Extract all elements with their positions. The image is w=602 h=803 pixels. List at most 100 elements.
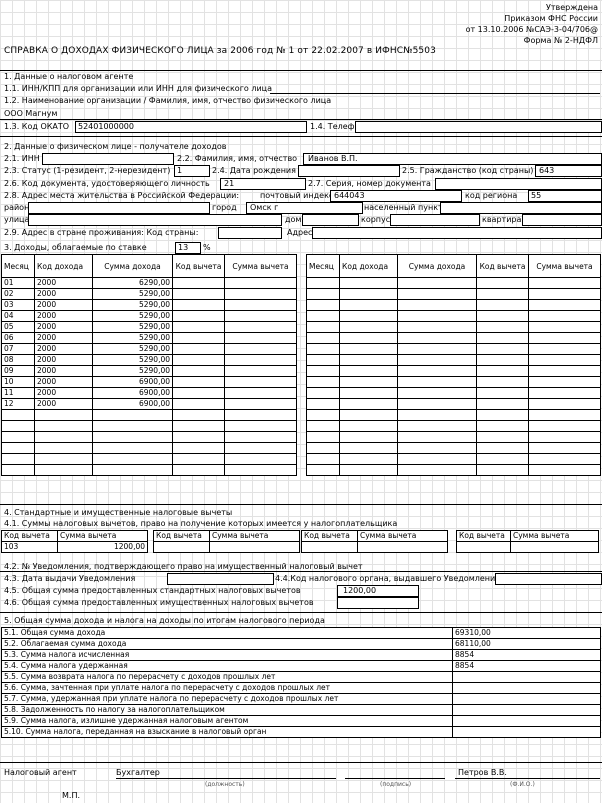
month-cell[interactable] [306,332,340,344]
ded1-sum-value[interactable]: 1200,00 [57,541,148,553]
deduction-code-cell[interactable] [172,299,225,311]
month-cell[interactable] [306,310,340,322]
income-sum-cell[interactable] [397,398,477,410]
income-sum-cell[interactable] [92,409,173,421]
org-name[interactable]: ООО Магнум [4,109,57,119]
deduction-code-cell[interactable] [172,354,225,366]
income-sum-cell[interactable]: 5290,00 [92,310,173,322]
deduction-sum-cell[interactable] [224,288,297,300]
income-sum-cell[interactable]: 6900,00 [92,376,173,388]
month-cell[interactable] [1,420,35,432]
income-code-cell[interactable] [34,420,93,432]
deduction-code-cell[interactable] [172,431,225,443]
income-sum-cell[interactable] [92,442,173,454]
ded1-code-value[interactable]: 103 [1,541,58,553]
income-code-cell[interactable]: 2000 [34,299,93,311]
deduction-code-cell[interactable] [476,299,529,311]
deduction-sum-cell[interactable] [224,343,297,355]
deduction-sum-cell[interactable] [224,376,297,388]
month-cell[interactable] [1,409,35,421]
income-code-cell[interactable] [339,409,398,421]
deduction-code-cell[interactable] [476,365,529,377]
income-sum-cell[interactable] [397,288,477,300]
deduction-sum-cell[interactable] [528,277,601,289]
income-code-cell[interactable]: 2000 [34,376,93,388]
income-code-cell[interactable] [339,299,398,311]
deduction-sum-cell[interactable] [528,332,601,344]
month-cell[interactable] [306,321,340,333]
deduction-code-cell[interactable] [476,409,529,421]
income-sum-cell[interactable] [397,343,477,355]
deduction-code-cell[interactable] [476,321,529,333]
month-cell[interactable]: 01 [1,277,35,289]
month-cell[interactable]: 04 [1,310,35,322]
income-sum-cell[interactable]: 5290,00 [92,332,173,344]
totals-value[interactable] [452,726,601,738]
month-cell[interactable]: 10 [1,376,35,388]
deduction-sum-cell[interactable] [224,398,297,410]
income-sum-cell[interactable] [397,299,477,311]
income-code-cell[interactable]: 2000 [34,310,93,322]
deduction-code-cell[interactable] [476,398,529,410]
deduction-code-cell[interactable] [476,464,529,476]
income-sum-cell[interactable] [397,453,477,465]
ded4-code-value[interactable] [456,541,511,553]
totals-value[interactable]: 8854 [452,649,601,661]
deduction-code-cell[interactable] [476,310,529,322]
city-value[interactable]: Омск г [250,203,278,213]
month-cell[interactable]: 08 [1,354,35,366]
income-sum-cell[interactable] [397,409,477,421]
month-cell[interactable]: 05 [1,321,35,333]
income-sum-cell[interactable]: 6900,00 [92,398,173,410]
deduction-code-cell[interactable] [476,453,529,465]
deduction-code-cell[interactable] [476,354,529,366]
income-code-cell[interactable] [34,464,93,476]
month-cell[interactable] [306,464,340,476]
totals-value[interactable] [452,704,601,716]
income-sum-cell[interactable]: 5290,00 [92,321,173,333]
okato-value[interactable]: 52401000000 [78,122,134,132]
income-sum-cell[interactable] [397,464,477,476]
deduction-sum-cell[interactable] [528,310,601,322]
totals-value[interactable] [452,693,601,705]
income-sum-cell[interactable] [397,376,477,388]
deduction-sum-cell[interactable] [528,464,601,476]
deduction-code-cell[interactable] [476,376,529,388]
income-sum-cell[interactable]: 6290,00 [92,277,173,289]
income-code-cell[interactable] [339,387,398,399]
deduction-sum-cell[interactable] [224,354,297,366]
income-sum-cell[interactable] [92,420,173,432]
income-code-cell[interactable]: 2000 [34,365,93,377]
income-code-cell[interactable] [34,409,93,421]
income-code-cell[interactable] [34,442,93,454]
totals-value[interactable] [452,682,601,694]
income-sum-cell[interactable] [397,365,477,377]
month-cell[interactable]: 11 [1,387,35,399]
income-code-cell[interactable]: 2000 [34,332,93,344]
deduction-sum-cell[interactable] [224,409,297,421]
month-cell[interactable]: 07 [1,343,35,355]
deduction-sum-cell[interactable] [224,310,297,322]
citizenship-value[interactable]: 643 [539,166,554,176]
ded2-sum-value[interactable] [209,541,300,553]
income-sum-cell[interactable] [397,387,477,399]
deduction-sum-cell[interactable] [528,387,601,399]
deduction-sum-cell[interactable] [528,354,601,366]
ded2-code-value[interactable] [153,541,210,553]
fio-value[interactable]: Иванов В.П. [308,154,358,164]
deduction-sum-cell[interactable] [224,420,297,432]
income-sum-cell[interactable] [397,442,477,454]
doc-code-value[interactable]: 21 [224,179,234,189]
month-cell[interactable] [1,453,35,465]
month-cell[interactable] [306,431,340,443]
income-code-cell[interactable]: 2000 [34,321,93,333]
deduction-sum-cell[interactable] [224,321,297,333]
deduction-code-cell[interactable] [172,310,225,322]
month-cell[interactable] [306,277,340,289]
postcode-value[interactable]: 644043 [334,191,365,201]
deduction-code-cell[interactable] [172,321,225,333]
rate-value[interactable]: 13 [178,243,188,253]
income-code-cell[interactable] [339,420,398,432]
income-code-cell[interactable] [339,464,398,476]
income-sum-cell[interactable] [92,464,173,476]
